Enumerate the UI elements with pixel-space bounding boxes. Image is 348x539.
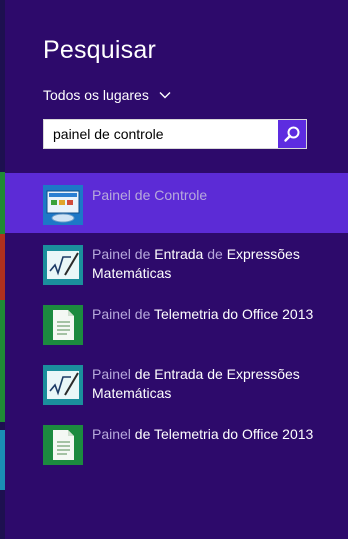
result-title: Painel de Telemetria do Office 2013: [92, 305, 322, 324]
result-title: Painel de Telemetria do Office 2013: [92, 425, 322, 444]
result-text: Telemetria do Office 2013: [154, 306, 314, 322]
search-results-list: Painel de Controle Painel de Entrada de …: [5, 173, 348, 473]
result-match-text: Painel de Controle: [92, 187, 208, 203]
search-pane: Pesquisar Todos os lugares painel de con…: [5, 0, 348, 539]
search-button[interactable]: [278, 120, 306, 148]
math-input-panel-icon: [43, 365, 83, 405]
result-text: Entrada: [154, 246, 208, 262]
result-match-text: Painel de: [92, 246, 155, 262]
office-telemetry-icon: [43, 425, 83, 465]
result-match-text: Painel de: [92, 306, 155, 322]
result-match-text: de: [207, 246, 227, 262]
search-icon: [284, 126, 300, 142]
math-input-panel-icon: [43, 245, 83, 285]
result-match-text: Painel: [92, 366, 131, 382]
search-input[interactable]: [44, 120, 285, 148]
search-scope-dropdown[interactable]: Todos os lugares: [43, 87, 171, 103]
search-result-4[interactable]: Painel de Telemetria do Office 2013: [5, 413, 348, 473]
result-title: Painel de Controle: [92, 186, 322, 205]
result-title: Painel de Entrada de Expressões Matemáti…: [92, 365, 322, 403]
result-text: de Telemetria do Office 2013: [130, 426, 314, 442]
search-box: [43, 119, 307, 149]
search-result-2[interactable]: Painel de Telemetria do Office 2013: [5, 293, 348, 353]
office-telemetry-icon: [43, 305, 83, 345]
search-result-3[interactable]: Painel de Entrada de Expressões Matemáti…: [5, 353, 348, 413]
search-result-1[interactable]: Painel de Entrada de Expressões Matemáti…: [5, 233, 348, 293]
pane-title: Pesquisar: [43, 36, 156, 64]
chevron-down-icon: [159, 92, 171, 99]
control-panel-icon: [43, 185, 83, 225]
result-match-text: Painel: [92, 426, 131, 442]
result-title: Painel de Entrada de Expressões Matemáti…: [92, 245, 322, 283]
search-scope-label: Todos os lugares: [43, 87, 149, 103]
search-result-0[interactable]: Painel de Controle: [5, 173, 348, 233]
